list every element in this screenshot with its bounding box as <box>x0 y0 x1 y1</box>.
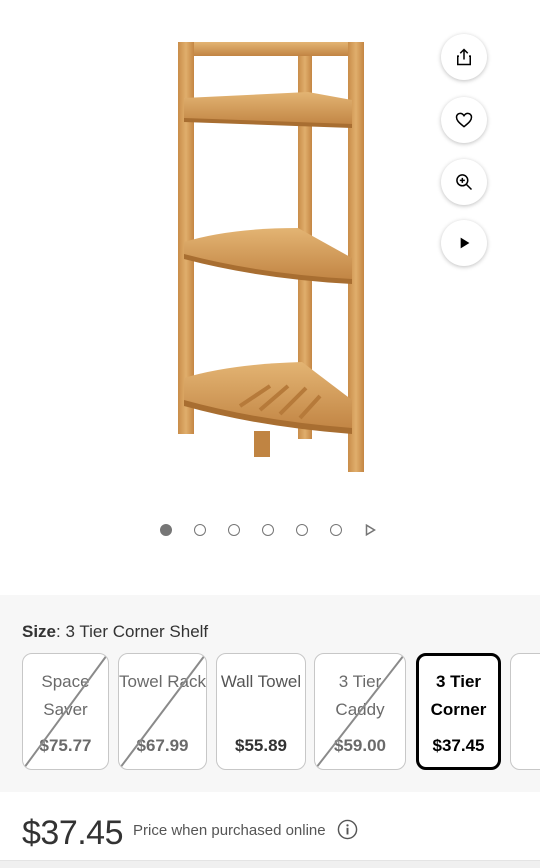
product-image[interactable] <box>170 36 370 476</box>
size-option-next[interactable] <box>510 653 540 770</box>
section-divider <box>0 860 540 868</box>
carousel-dot[interactable] <box>262 524 274 536</box>
unavailable-strike <box>315 654 405 769</box>
zoom-in-icon <box>456 174 473 191</box>
share-icon <box>457 48 471 66</box>
unavailable-strike <box>119 654 206 769</box>
carousel-dot[interactable] <box>194 524 206 536</box>
current-price: $37.45 <box>22 814 124 852</box>
carousel-dot[interactable] <box>160 524 172 536</box>
product-page: Size: 3 Tier Corner Shelf Space Saver $7… <box>0 0 540 868</box>
unavailable-strike <box>23 654 108 769</box>
product-gallery[interactable] <box>0 0 540 595</box>
size-option-3-tier-caddy[interactable]: 3 Tier Caddy $59.00 <box>314 653 406 770</box>
carousel-video-icon[interactable] <box>364 524 376 536</box>
size-option-space-saver[interactable]: Space Saver $75.77 <box>22 653 109 770</box>
carousel-dot[interactable] <box>330 524 342 536</box>
carousel-dot[interactable] <box>296 524 308 536</box>
price-note: Price when purchased online <box>133 822 326 839</box>
size-option-towel-rack[interactable]: Towel Rack $67.99 <box>118 653 207 770</box>
carousel-dots <box>160 524 376 536</box>
size-option-wall-towel[interactable]: Wall Towel $55.89 <box>216 653 306 770</box>
heart-icon <box>455 112 473 128</box>
play-icon <box>460 237 470 249</box>
size-option-3-tier-corner[interactable]: 3 Tier Corner $37.45 <box>416 653 501 770</box>
size-label: Size: 3 Tier Corner Shelf <box>22 622 209 641</box>
carousel-dot[interactable] <box>228 524 240 536</box>
zoom-button[interactable] <box>441 159 487 205</box>
price-row: $37.45 Price when purchased online <box>0 792 540 868</box>
play-video-button[interactable] <box>441 220 487 266</box>
info-icon[interactable] <box>337 819 358 840</box>
size-selector: Size: 3 Tier Corner Shelf Space Saver $7… <box>0 595 540 792</box>
share-button[interactable] <box>441 34 487 80</box>
favorite-button[interactable] <box>441 97 487 143</box>
size-options: Space Saver $75.77 Towel Rack $67.99 Wal… <box>22 653 540 771</box>
